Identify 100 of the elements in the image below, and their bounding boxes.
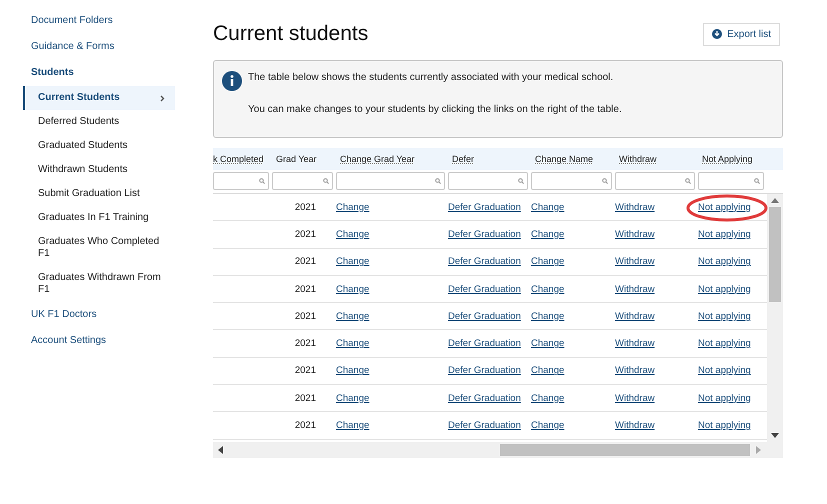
sidebar-item[interactable]: Document Folders <box>23 8 175 34</box>
filter-field[interactable] <box>531 172 612 190</box>
sidebar-item[interactable]: Graduates Withdrawn From F1 <box>23 266 175 302</box>
table-link[interactable]: Change <box>531 310 564 322</box>
search-icon <box>754 178 760 184</box>
table-link[interactable]: Change <box>336 365 370 376</box>
search-icon <box>518 178 524 184</box>
table-link[interactable]: Change <box>336 420 370 432</box>
sidebar-item[interactable]: Submit Graduation List <box>23 182 175 206</box>
table-link[interactable]: Withdraw <box>615 310 655 322</box>
table-link[interactable]: Change <box>531 338 564 350</box>
search-icon <box>323 178 329 184</box>
table-link[interactable]: Not applying <box>698 284 751 295</box>
table-cell-text: 2021 <box>294 284 317 295</box>
table-link[interactable]: Not applying <box>698 420 751 432</box>
table-link[interactable]: Change <box>336 392 370 404</box>
table-link[interactable]: Defer Graduation <box>448 310 521 322</box>
search-icon <box>602 178 608 184</box>
table-link[interactable]: Change <box>531 392 564 404</box>
column-header[interactable]: Grad Year <box>272 154 336 164</box>
info-text: The table below shows the students currently associated with your medical school. <box>248 72 614 83</box>
sidebar-item[interactable]: Guidance & Forms <box>23 34 175 60</box>
table-link[interactable]: Defer Graduation <box>448 284 521 295</box>
export-button[interactable]: Export list <box>703 22 780 46</box>
sidebar-item[interactable]: Account Settings <box>23 328 175 354</box>
table-link[interactable]: Change <box>336 228 370 240</box>
table-link[interactable]: Change <box>531 256 564 268</box>
table-link[interactable]: Change <box>336 256 370 268</box>
table-link[interactable]: Change <box>336 310 370 322</box>
sidebar-item[interactable]: Current Students <box>23 86 175 110</box>
table-link[interactable]: Change <box>336 284 370 295</box>
table-link[interactable]: Defer Graduation <box>448 202 521 213</box>
table-link[interactable]: Defer Graduation <box>448 256 521 268</box>
filter-field[interactable] <box>615 172 695 190</box>
column-header[interactable]: Change Name <box>531 154 615 164</box>
table-link[interactable]: Withdraw <box>615 228 655 240</box>
table-link[interactable]: Defer Graduation <box>448 365 521 376</box>
search-icon <box>685 178 691 184</box>
table-link[interactable]: Change <box>531 420 564 432</box>
column-header[interactable]: k Completed <box>213 154 272 164</box>
column-header[interactable]: Not Applying <box>698 154 767 164</box>
table-link[interactable]: Change <box>531 202 564 213</box>
filter-field[interactable] <box>448 172 528 190</box>
table-link[interactable]: Not applying <box>698 310 751 322</box>
table-link[interactable]: Withdraw <box>615 284 655 295</box>
table-cell-text: 2021 <box>294 228 317 240</box>
table-cell-text: 2021 <box>294 392 317 404</box>
table-link[interactable]: Change <box>336 338 370 350</box>
column-header[interactable]: Change Grad Year <box>336 154 448 164</box>
table-cell-text: 2021 <box>294 365 317 376</box>
column-header[interactable]: Defer <box>448 154 531 164</box>
filter-field[interactable] <box>698 172 764 190</box>
table-link[interactable]: Not applying <box>698 338 751 350</box>
scroll-left-icon[interactable] <box>218 446 223 454</box>
column-header[interactable]: Withdraw <box>615 154 698 164</box>
table-link[interactable]: Change <box>531 365 564 376</box>
sidebar-item[interactable]: Graduates In F1 Training <box>23 206 175 230</box>
table-cell-text: 2021 <box>294 256 317 268</box>
table-link[interactable]: Change <box>531 284 564 295</box>
table-link[interactable]: Withdraw <box>615 338 655 350</box>
scroll-right-icon[interactable] <box>756 446 761 454</box>
sidebar-item[interactable]: Students <box>23 60 175 86</box>
table-link[interactable]: Withdraw <box>615 202 655 213</box>
table-cell-text: 2021 <box>294 420 317 432</box>
table-link[interactable]: Not applying <box>698 228 751 240</box>
info-text: You can make changes to your students by clicking the links on the right of the table. <box>248 104 622 115</box>
vertical-scrollbar[interactable] <box>767 194 783 442</box>
table-link[interactable]: Not applying <box>698 392 751 404</box>
table-cell-text: 2021 <box>294 338 317 350</box>
table-link[interactable]: Withdraw <box>615 420 655 432</box>
scroll-up-icon[interactable] <box>771 198 779 203</box>
chevron-right-icon <box>160 94 165 102</box>
search-icon <box>259 178 265 184</box>
table-link[interactable]: Withdraw <box>615 256 655 268</box>
search-icon <box>435 178 441 184</box>
table-link[interactable]: Defer Graduation <box>448 228 521 240</box>
sidebar-item[interactable]: Graduated Students <box>23 134 175 158</box>
table-link[interactable]: Not applying <box>698 256 751 268</box>
filter-field[interactable] <box>272 172 333 190</box>
page-title: Current students <box>213 22 368 46</box>
sidebar-item[interactable]: UK F1 Doctors <box>23 302 175 328</box>
table-link[interactable]: Defer Graduation <box>448 338 521 350</box>
filter-field[interactable] <box>336 172 445 190</box>
table-link[interactable]: Withdraw <box>615 392 655 404</box>
table-link[interactable]: Withdraw <box>615 365 655 376</box>
table-link[interactable]: Defer Graduation <box>448 420 521 432</box>
table-link[interactable]: Change <box>531 228 564 240</box>
horizontal-scrollbar[interactable] <box>213 442 783 458</box>
sidebar-item[interactable]: Graduates Who Completed F1 <box>23 230 175 266</box>
download-icon <box>712 29 722 39</box>
sidebar-item[interactable]: Deferred Students <box>23 110 175 134</box>
filter-field[interactable] <box>213 172 269 190</box>
table-cell-text: 2021 <box>294 310 317 322</box>
scroll-down-icon[interactable] <box>771 433 779 438</box>
table-cell-text: 2021 <box>294 202 317 213</box>
table-link[interactable]: Not applying <box>698 365 751 376</box>
sidebar-item[interactable]: Withdrawn Students <box>23 158 175 182</box>
info-icon <box>222 71 242 91</box>
table-link[interactable]: Change <box>336 202 370 213</box>
table-link[interactable]: Defer Graduation <box>448 392 521 404</box>
